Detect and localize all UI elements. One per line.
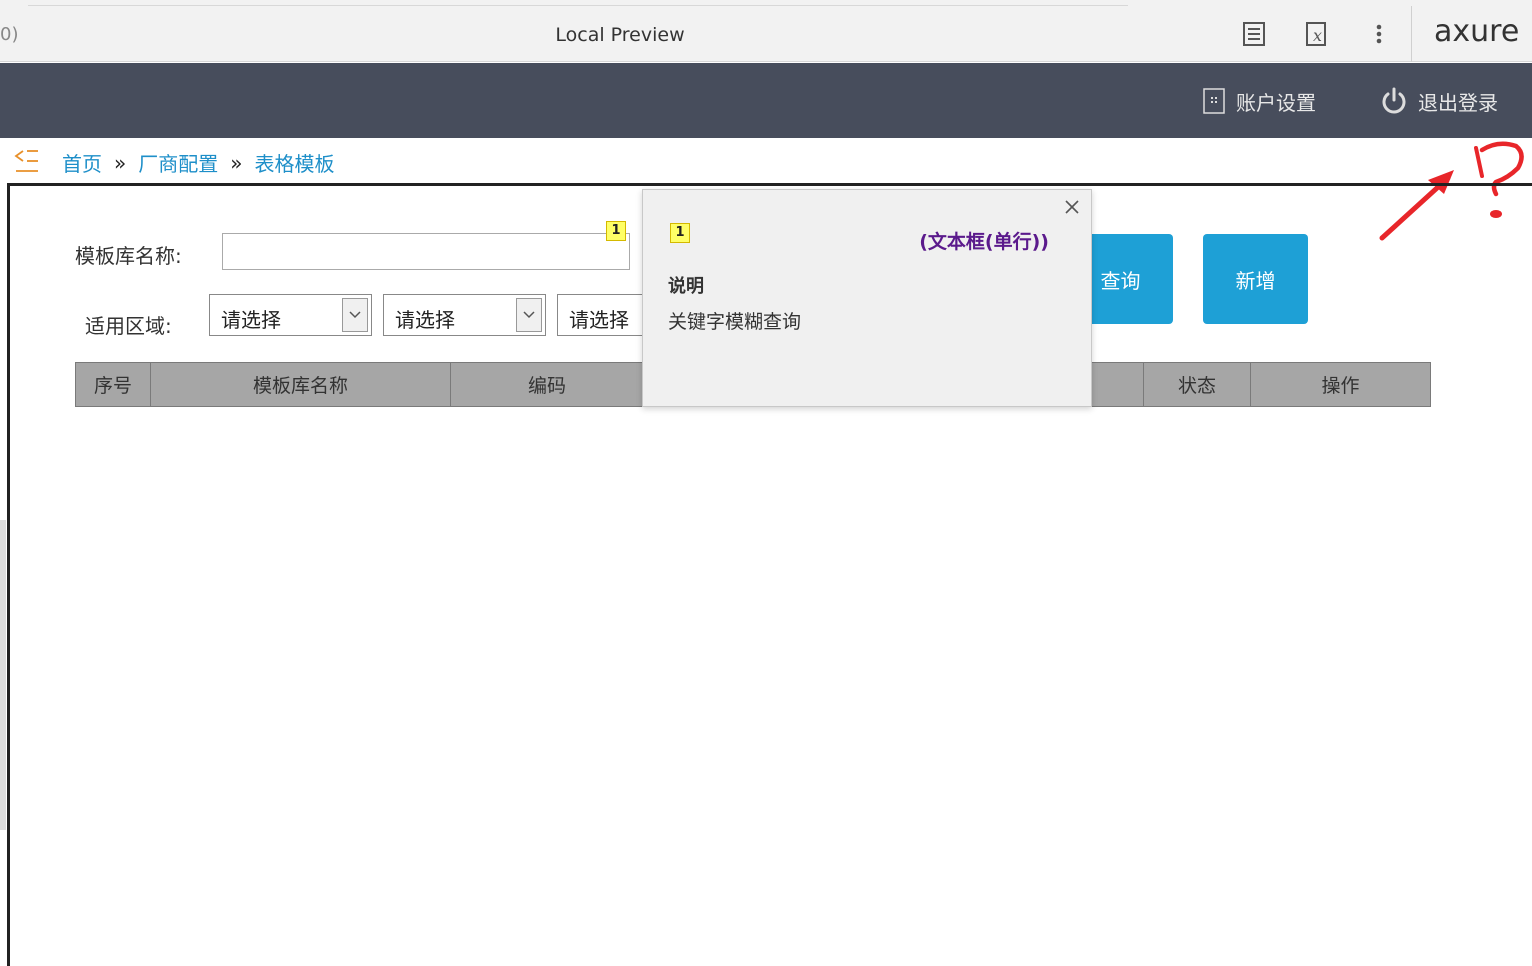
column-header-template-name: 模板库名称 xyxy=(151,363,451,406)
add-button[interactable]: 新增 xyxy=(1203,234,1308,324)
column-header-actions: 操作 xyxy=(1321,375,1360,397)
template-name-input[interactable] xyxy=(222,233,630,270)
logout-button[interactable]: 退出登录 xyxy=(1380,85,1498,117)
select-value: 请选择 xyxy=(395,308,455,332)
power-icon xyxy=(1382,87,1406,114)
breadcrumb-separator-icon: » xyxy=(230,150,243,175)
app-header: 账户设置 退出登录 xyxy=(0,63,1532,138)
template-name-label: 模板库名称: xyxy=(75,244,182,268)
breadcrumb-vendor-config[interactable]: 厂商配置 xyxy=(138,148,218,177)
breadcrumb-table-template[interactable]: 表格模板 xyxy=(255,148,335,177)
svg-text:x: x xyxy=(1313,26,1322,45)
truncated-text: 0) xyxy=(0,24,19,45)
variables-icon[interactable]: x xyxy=(1304,20,1330,48)
breadcrumb-home[interactable]: 首页 xyxy=(62,148,102,177)
page-notes-icon[interactable] xyxy=(1241,20,1267,48)
note-description: 关键字模糊查询 xyxy=(668,311,802,333)
region-select-2[interactable]: 请选择 xyxy=(383,294,546,336)
widget-type: (文本框(单行)) xyxy=(919,231,1049,253)
region-label: 适用区域: xyxy=(85,314,172,338)
region-select-1[interactable]: 请选择 xyxy=(209,294,372,336)
note-heading: 说明 xyxy=(668,276,704,297)
axure-logo: axure xyxy=(1434,14,1520,49)
axure-toolbar: 0) Local Preview x axure xyxy=(0,0,1532,62)
column-header-code: 编码 xyxy=(451,363,644,406)
popup-badge: 1 xyxy=(670,223,690,243)
breadcrumb-separator-icon: » xyxy=(114,150,127,175)
breadcrumb: 首页 » 厂商配置 » 表格模板 xyxy=(0,138,1532,184)
chevron-down-icon xyxy=(516,298,542,332)
column-header-status: 状态 xyxy=(1144,363,1251,406)
account-settings-button[interactable]: 账户设置 xyxy=(1202,85,1316,117)
account-settings-icon xyxy=(1203,88,1225,114)
close-icon[interactable] xyxy=(1061,196,1083,218)
chevron-down-icon xyxy=(342,298,368,332)
logout-label: 退出登录 xyxy=(1418,90,1498,115)
annotation-popup: 1 (文本框(单行)) 说明 关键字模糊查询 xyxy=(642,189,1092,407)
scrollbar[interactable] xyxy=(0,520,6,830)
annotation-badge[interactable]: 1 xyxy=(606,221,626,241)
tab-strip-line xyxy=(28,0,1128,6)
menu-collapse-icon[interactable] xyxy=(14,147,40,175)
preview-title: Local Preview xyxy=(555,24,685,46)
column-header-index: 序号 xyxy=(76,363,151,406)
account-settings-label: 账户设置 xyxy=(1236,90,1316,115)
select-value: 请选择 xyxy=(221,308,281,332)
toolbar-divider xyxy=(1411,6,1412,62)
select-value: 请选择 xyxy=(569,308,629,332)
more-icon[interactable] xyxy=(1366,20,1392,48)
